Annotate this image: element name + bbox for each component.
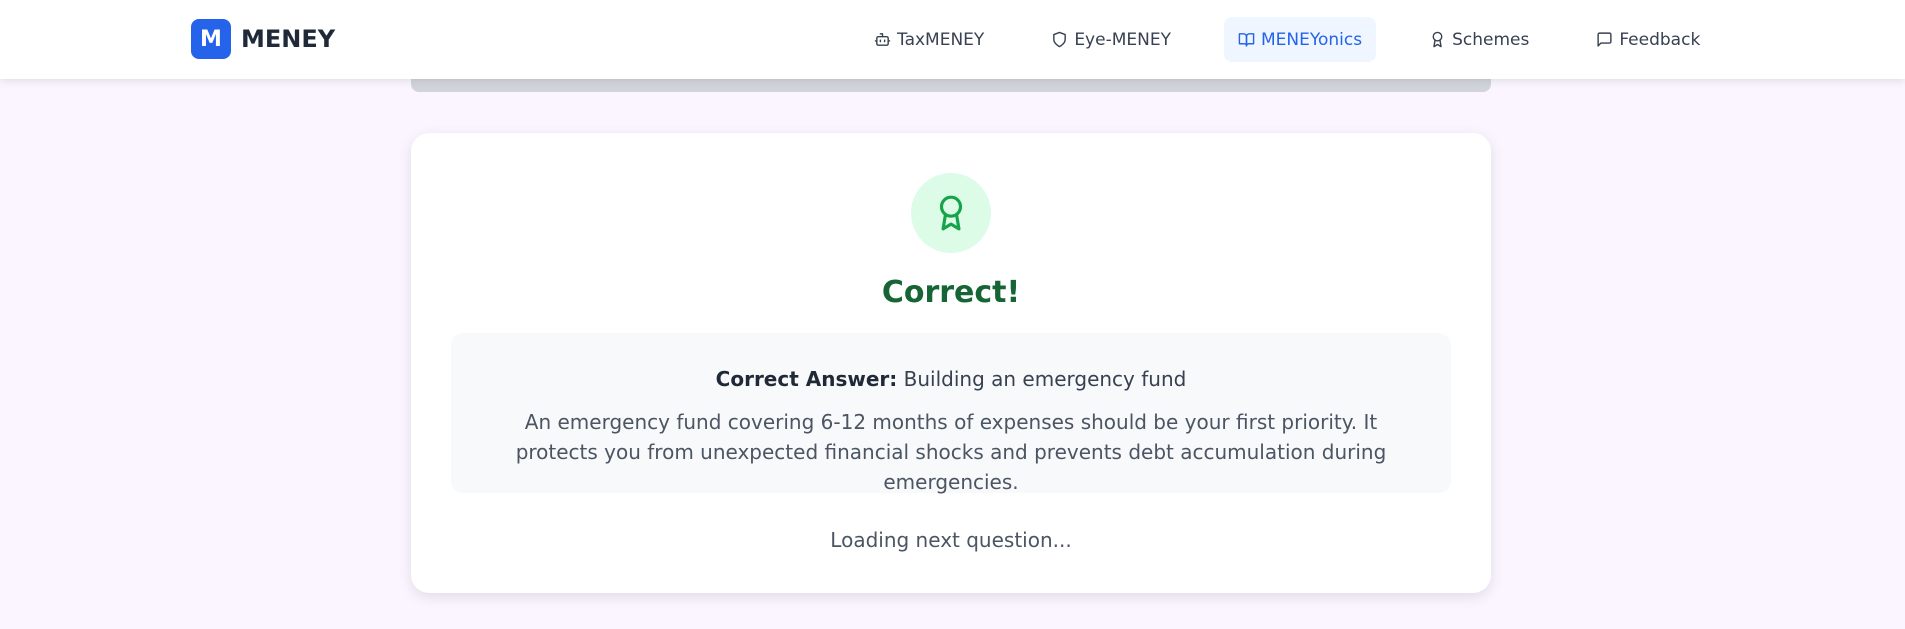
brand-name: MENEY [241,25,336,53]
nav-item-meneyonics[interactable]: MENEYonics [1223,17,1377,62]
message-square-icon [1597,32,1612,47]
nav-item-schemes[interactable]: Schemes [1415,17,1543,62]
brand[interactable]: M MENEY [191,19,335,59]
nav-item-feedback[interactable]: Feedback [1582,17,1714,62]
nav-item-label: Schemes [1452,29,1530,50]
brand-logo: M [191,19,231,59]
correct-answer-label: Correct Answer: [715,367,898,391]
loading-text: Loading next question... [830,528,1072,552]
nav-item-taxmeney[interactable]: TaxMENEY [860,17,998,62]
robot-icon [874,33,891,46]
page: M MENEY TaxMENEY Eye-MENEY MENEYonics Sc… [0,0,1905,629]
result-badge [911,173,991,253]
nav-item-label: MENEYonics [1260,29,1363,50]
result-title: Correct! [881,275,1021,310]
nav-item-label: Eye-MENEY [1074,29,1171,50]
top-navbar: M MENEY TaxMENEY Eye-MENEY MENEYonics Sc… [0,0,1905,79]
shield-icon [1053,31,1067,48]
book-open-icon [1238,33,1255,47]
correct-answer-line: Correct Answer: Building an emergency fu… [451,367,1451,391]
award-icon [1432,31,1443,48]
nav-item-eye-meney[interactable]: Eye-MENEY [1037,17,1185,62]
award-icon [939,195,963,231]
nav-item-label: TaxMENEY [897,29,985,50]
nav-item-label: Feedback [1619,29,1701,50]
result-card: Correct! Correct Answer: Building an eme… [411,133,1491,593]
answer-explanation: An emergency fund covering 6-12 months o… [515,410,1387,494]
correct-answer-value: Building an emergency fund [903,367,1187,391]
nav-links: TaxMENEY Eye-MENEY MENEYonics Schemes Fe… [860,17,1714,62]
answer-box: Correct Answer: Building an emergency fu… [451,333,1451,494]
